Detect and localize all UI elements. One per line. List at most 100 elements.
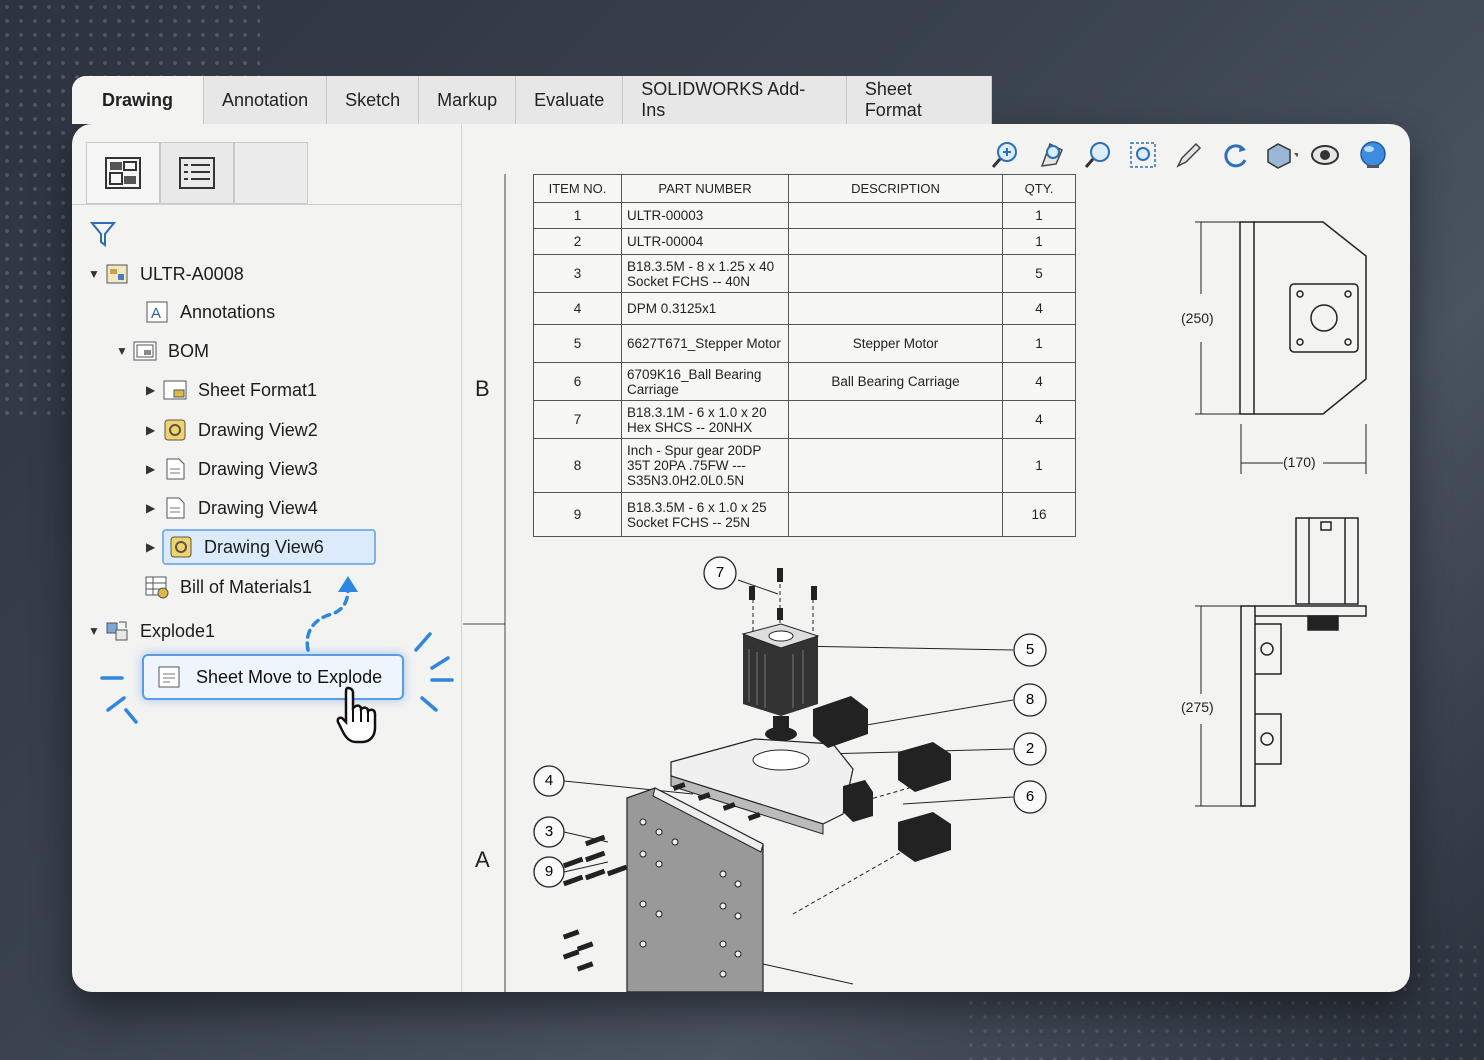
tree-item-label: BOM	[168, 340, 210, 361]
balloon-label: 2	[1025, 740, 1035, 757]
bom-row[interactable]: 7 B18.3.1M - 6 x 1.0 x 20 Hex SHCS -- 20N…	[533, 400, 1076, 439]
tree-item-label: Annotations	[180, 301, 276, 322]
balloon-label: 5	[1025, 641, 1035, 658]
drawing-sheet[interactable]: B A ITEM NO. PART NUMBER DESCRIPTION QTY…	[463, 124, 1410, 992]
balloon-label: 8	[1025, 691, 1035, 708]
bom-cell-part: 6627T671_Stepper Motor	[621, 324, 789, 363]
tree-item-bom[interactable]: ▼ BOM	[116, 334, 209, 368]
bom-row[interactable]: 8 Inch - Spur gear 20DP 35T 20PA .75FW --…	[533, 438, 1076, 493]
drawing-view-page-icon	[166, 497, 185, 519]
bom-cell-qty: 1	[1002, 438, 1076, 493]
tree-item-label: ULTR-A0008	[140, 263, 244, 284]
chevron-right-icon[interactable]: ▶	[146, 383, 162, 397]
tree-item-drawing-view4[interactable]: ▶ Drawing View4	[146, 491, 318, 525]
bom-table[interactable]: ITEM NO. PART NUMBER DESCRIPTION QTY. 1U…	[533, 174, 1076, 537]
tree-item-label: Drawing View3	[198, 458, 318, 479]
chevron-right-icon[interactable]: ▶	[146, 540, 162, 554]
chevron-down-icon[interactable]: ▼	[116, 344, 132, 358]
bom-cell-qty: 1	[1002, 324, 1076, 363]
balloon-label: 3	[544, 823, 554, 840]
tab-markup[interactable]: Markup	[419, 76, 517, 124]
bom-row[interactable]: 3 B18.3.5M - 8 x 1.25 x 40 Socket FCHS --…	[533, 254, 1076, 293]
balloon-label: 4	[544, 772, 554, 789]
bom-cell-part: B18.3.5M - 8 x 1.25 x 40 Socket FCHS -- …	[621, 254, 789, 293]
bom-header-part: PART NUMBER	[621, 174, 789, 203]
tab-annotation[interactable]: Annotation	[204, 76, 328, 124]
bom-cell-item: 6	[533, 362, 622, 401]
chevron-right-icon[interactable]: ▶	[146, 423, 162, 437]
tree-item-sheet-format1[interactable]: ▶ Sheet Format1	[146, 373, 317, 407]
bom-cell-item: 9	[533, 492, 622, 537]
selected-row-highlight[interactable]: Drawing View6	[162, 529, 376, 565]
sheet-format-icon	[163, 380, 187, 400]
bom-cell-desc	[788, 400, 1003, 439]
bom-cell-qty: 4	[1002, 292, 1076, 325]
bom-row[interactable]: 4 DPM 0.3125x1 4	[533, 292, 1076, 325]
tree-item-annotations[interactable]: A Annotations	[144, 295, 275, 329]
tree-item-drawing-view6[interactable]: ▶ Drawing View6	[146, 529, 376, 565]
bom-cell-desc	[788, 202, 1003, 229]
feature-tree-tab[interactable]	[86, 142, 160, 204]
bom-row[interactable]: 1 ULTR-00003 1	[533, 202, 1076, 229]
bom-cell-desc: Ball Bearing Carriage	[788, 362, 1003, 401]
bom-header-qty: QTY.	[1002, 174, 1076, 203]
bom-row[interactable]: 9 B18.3.5M - 6 x 1.0 x 25 Socket FCHS -- …	[533, 492, 1076, 537]
bom-cell-item: 4	[533, 292, 622, 325]
bom-cell-item: 5	[533, 324, 622, 363]
drawing-view-icon	[170, 536, 192, 558]
bom-header-desc: DESCRIPTION	[788, 174, 1003, 203]
bom-cell-qty: 5	[1002, 254, 1076, 293]
command-manager-tabs: Drawing Annotation Sketch Markup Evaluat…	[72, 76, 992, 124]
bom-cell-item: 1	[533, 202, 622, 229]
chevron-right-icon[interactable]: ▶	[146, 462, 162, 476]
bom-cell-desc	[788, 254, 1003, 293]
bom-cell-desc	[788, 438, 1003, 493]
bom-cell-item: 7	[533, 400, 622, 439]
tree-item-label: Drawing View4	[198, 497, 318, 518]
tree-item-drawing-view2[interactable]: ▶ Drawing View2	[146, 413, 318, 447]
tab-drawing[interactable]: Drawing	[72, 76, 205, 124]
bom-header-item: ITEM NO.	[533, 174, 622, 203]
tree-item-drawing-view3[interactable]: ▶ Drawing View3	[146, 452, 318, 486]
bom-cell-item: 3	[533, 254, 622, 293]
bom-cell-part: 6709K16_Ball Bearing Carriage	[621, 362, 789, 401]
bom-cell-part: DPM 0.3125x1	[621, 292, 789, 325]
property-list-icon	[179, 157, 215, 189]
filter-icon[interactable]	[89, 220, 117, 253]
panel-tabs	[86, 142, 308, 204]
zone-label-b: B	[475, 376, 490, 401]
dimension-275: (275)	[1181, 699, 1214, 715]
tree-item-root[interactable]: ▼ ULTR-A0008	[88, 257, 244, 291]
highlight-effect	[100, 576, 454, 724]
property-manager-tab[interactable]	[160, 142, 234, 204]
tab-sketch[interactable]: Sketch	[327, 76, 420, 124]
empty-panel-tab[interactable]	[234, 142, 308, 204]
chevron-down-icon[interactable]: ▼	[88, 267, 104, 281]
tree-item-label: Sheet Format1	[198, 379, 318, 400]
bom-row[interactable]: 2 ULTR-00004 1	[533, 228, 1076, 255]
bom-cell-qty: 16	[1002, 492, 1076, 537]
tree-item-label: Drawing View2	[198, 419, 318, 440]
balloon-label: 9	[544, 863, 554, 880]
tab-evaluate[interactable]: Evaluate	[516, 76, 624, 124]
svg-text:A: A	[151, 305, 161, 322]
bom-cell-part: B18.3.1M - 6 x 1.0 x 20 Hex SHCS -- 20NH…	[621, 400, 789, 439]
zone-label-a: A	[475, 847, 490, 872]
bom-cell-part: B18.3.5M - 6 x 1.0 x 25 Socket FCHS -- 2…	[621, 492, 789, 537]
bom-cell-desc: Stepper Motor	[788, 324, 1003, 363]
bom-cell-qty: 1	[1002, 202, 1076, 229]
tab-sheet-format[interactable]: Sheet Format	[846, 76, 992, 124]
bom-cell-desc	[788, 228, 1003, 255]
drawing-view-page-icon	[166, 458, 185, 480]
bom-row[interactable]: 6 6709K16_Ball Bearing Carriage Ball Beari…	[533, 362, 1076, 401]
bom-cell-item: 2	[533, 228, 622, 255]
chevron-right-icon[interactable]: ▶	[146, 501, 162, 515]
bom-row[interactable]: 5 6627T671_Stepper Motor Stepper Motor 1	[533, 324, 1076, 363]
annotations-icon: A	[146, 301, 168, 323]
bom-cell-desc	[788, 292, 1003, 325]
dimension-250: (250)	[1181, 310, 1214, 326]
exploded-view	[533, 556, 1047, 992]
balloon-label: 6	[1025, 788, 1035, 805]
bom-cell-qty: 1	[1002, 228, 1076, 255]
tab-solidworks-add-ins[interactable]: SOLIDWORKS Add-Ins	[623, 76, 847, 124]
